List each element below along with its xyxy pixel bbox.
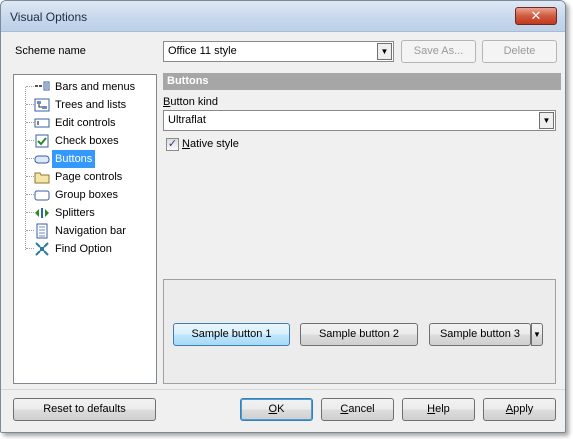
chevron-down-icon[interactable]: ▼ [377, 43, 392, 60]
tree-connector [26, 122, 34, 123]
native-style-checkbox[interactable]: ✓ [166, 138, 179, 151]
tree-item[interactable]: Check boxes [14, 132, 156, 150]
apply-button[interactable]: Apply [483, 398, 556, 421]
scheme-name-value: Office 11 style [168, 45, 237, 57]
scheme-name-label: Scheme name [15, 45, 86, 57]
save-as-button[interactable]: Save As... [401, 40, 476, 63]
tree-item[interactable]: Bars and menus [14, 78, 156, 96]
tree-connector [26, 140, 34, 141]
button-kind-select[interactable]: Ultraflat ▼ [163, 110, 556, 131]
tree-item-label: Page controls [55, 171, 123, 183]
tree-item[interactable]: Trees and lists [14, 96, 156, 114]
sample-button-2[interactable]: Sample button 2 [300, 323, 418, 346]
tree-connector [26, 230, 34, 231]
tree-connector [26, 212, 34, 213]
footer-divider [1, 389, 565, 390]
bars-menus-icon [34, 79, 50, 95]
tree-connector [26, 248, 34, 249]
category-tree[interactable]: Bars and menus Trees and lists Edit contro… [13, 74, 157, 384]
tree-item-label: Edit controls [55, 117, 116, 129]
tree-item[interactable]: Splitters [14, 204, 156, 222]
tree-item-label: Buttons [52, 150, 96, 168]
tree-item[interactable]: Edit controls [14, 114, 156, 132]
chevron-down-icon[interactable]: ▼ [539, 112, 554, 129]
help-button[interactable]: Help [402, 398, 475, 421]
chevron-down-icon: ▼ [533, 330, 541, 339]
edit-control-icon [34, 115, 50, 131]
visual-options-dialog: Visual Options ✕ Scheme name Office 11 s… [0, 0, 566, 433]
splitter-icon [34, 205, 50, 221]
tree-connector [26, 86, 34, 87]
tree-item[interactable]: Navigation bar [14, 222, 156, 240]
scheme-name-select[interactable]: Office 11 style ▼ [163, 41, 394, 62]
tree-item-label: Splitters [55, 207, 95, 219]
delete-button[interactable]: Delete [482, 40, 557, 63]
section-header: Buttons [163, 73, 561, 90]
tree-connector [26, 194, 34, 195]
reset-to-defaults-button[interactable]: Reset to defaults [13, 398, 156, 421]
tree-connector [26, 104, 34, 105]
tree-item-label: Navigation bar [55, 225, 126, 237]
find-option-icon [34, 241, 50, 257]
tree-item[interactable]: Group boxes [14, 186, 156, 204]
sample-button-3[interactable]: Sample button 3 [429, 323, 531, 346]
button-icon [34, 151, 50, 167]
tree-item-label: Check boxes [55, 135, 119, 147]
tree-item-label: Find Option [55, 243, 112, 255]
ok-button[interactable]: OK [240, 398, 313, 421]
close-button[interactable]: ✕ [515, 7, 557, 25]
tree-list-icon [34, 97, 50, 113]
tree-item[interactable]: Page controls [14, 168, 156, 186]
group-box-icon [34, 187, 50, 203]
button-preview-area: Sample button 1 Sample button 2 Sample b… [163, 279, 556, 384]
window-title: Visual Options [10, 10, 88, 24]
tree-item-label: Trees and lists [55, 99, 127, 111]
tree-item[interactable]: Buttons [14, 150, 156, 168]
button-kind-label: Button kind [163, 96, 219, 108]
navigation-bar-icon [34, 223, 50, 239]
tree-item[interactable]: Find Option [14, 240, 156, 258]
button-kind-value: Ultraflat [168, 114, 206, 126]
checkbox-icon [34, 133, 50, 149]
tree-item-label: Bars and menus [55, 81, 136, 93]
folder-icon [34, 169, 50, 185]
title-bar[interactable]: Visual Options ✕ [1, 1, 565, 32]
cancel-button[interactable]: Cancel [321, 398, 394, 421]
native-style-label[interactable]: Native style [182, 138, 239, 150]
tree-connector [26, 158, 34, 159]
sample-button-1[interactable]: Sample button 1 [173, 323, 290, 346]
sample-button-3-dropdown[interactable]: ▼ [531, 323, 543, 346]
tree-connector [26, 176, 34, 177]
tree-item-label: Group boxes [55, 189, 118, 201]
